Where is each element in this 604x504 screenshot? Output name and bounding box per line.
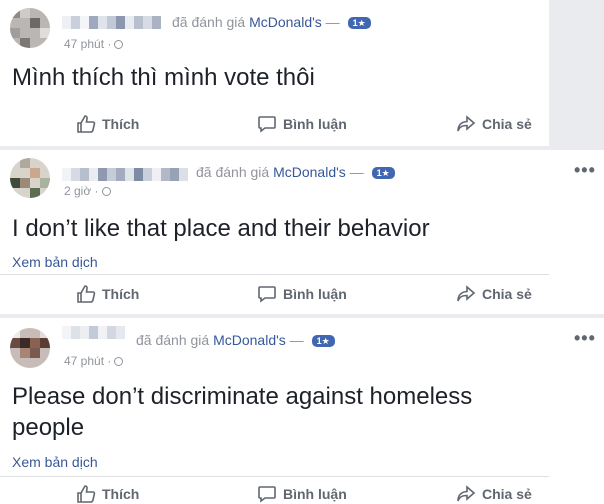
globe-icon	[101, 187, 111, 196]
globe-icon	[114, 40, 124, 49]
like-label: Thích	[102, 486, 140, 502]
avatar[interactable]	[10, 328, 50, 368]
star-rating-badge: 1★	[311, 335, 335, 347]
comment-button[interactable]: Bình luận	[257, 284, 347, 304]
comment-label: Bình luận	[283, 486, 347, 502]
share-icon	[457, 285, 476, 302]
share-label: Chia sẻ	[482, 486, 532, 502]
avatar[interactable]	[10, 8, 50, 48]
dash: —	[325, 14, 340, 30]
avatar[interactable]	[10, 158, 50, 198]
timestamp-text: 47 phút ·	[64, 354, 112, 368]
timestamp[interactable]: 47 phút ·	[64, 354, 124, 368]
divider	[0, 476, 549, 477]
reviewer-name-blurred[interactable]	[62, 16, 161, 29]
comment-button[interactable]: Bình luận	[257, 114, 347, 134]
more-options-icon[interactable]: •••	[574, 160, 596, 181]
timestamp-text: 47 phút ·	[64, 37, 112, 51]
star-rating-badge: 1★	[371, 167, 395, 179]
globe-icon	[114, 357, 124, 366]
reviewer-name-blurred[interactable]	[62, 168, 188, 181]
like-button[interactable]: Thích	[76, 114, 139, 134]
like-label: Thích	[102, 286, 140, 302]
more-options-icon[interactable]: •••	[574, 328, 596, 349]
review-text-line-2: people	[12, 414, 85, 441]
place-link[interactable]: McDonald's	[273, 164, 346, 180]
review-text: Mình thích thì mình vote thôi	[12, 64, 315, 91]
comment-label: Bình luận	[283, 116, 347, 132]
thumbs-up-icon	[77, 285, 96, 303]
comment-button[interactable]: Bình luận	[257, 484, 347, 504]
place-link[interactable]: McDonald's	[249, 14, 322, 30]
like-button[interactable]: Thích	[76, 484, 139, 504]
rating-line: đã đánh giá McDonald's — 1★	[196, 164, 395, 180]
thumbs-up-icon	[77, 115, 96, 133]
like-button[interactable]: Thích	[76, 284, 139, 304]
review-card: đã đánh giá McDonald's — 1★ 2 giờ · ••• …	[0, 150, 604, 314]
review-card: đã đánh giá McDonald's — 1★ 47 phút · ••…	[0, 318, 604, 504]
share-label: Chia sẻ	[482, 116, 532, 132]
share-button[interactable]: Chia sẻ	[456, 114, 532, 134]
comment-label: Bình luận	[283, 286, 347, 302]
see-translation-link[interactable]: Xem bản dịch	[12, 254, 98, 270]
dash: —	[349, 164, 364, 180]
timestamp[interactable]: 2 giờ ·	[64, 184, 111, 198]
timestamp-text: 2 giờ ·	[64, 184, 99, 198]
share-button[interactable]: Chia sẻ	[456, 284, 532, 304]
share-icon	[457, 115, 476, 132]
rating-line: đã đánh giá McDonald's — 1★	[136, 332, 335, 348]
review-text-line-1: Please don’t discriminate against homele…	[12, 383, 473, 410]
place-link[interactable]: McDonald's	[213, 332, 286, 348]
see-translation-link[interactable]: Xem bản dịch	[12, 454, 98, 470]
timestamp[interactable]: 47 phút ·	[64, 37, 124, 51]
rated-text: đã đánh giá	[196, 164, 270, 180]
rating-line: đã đánh giá McDonald's — 1★	[172, 14, 371, 30]
review-card: đã đánh giá McDonald's — 1★ 47 phút · Mì…	[0, 0, 549, 146]
rated-text: đã đánh giá	[136, 332, 210, 348]
share-button[interactable]: Chia sẻ	[456, 484, 532, 504]
dash: —	[289, 332, 304, 348]
divider	[0, 274, 549, 275]
like-label: Thích	[102, 116, 140, 132]
rated-text: đã đánh giá	[172, 14, 246, 30]
share-label: Chia sẻ	[482, 286, 532, 302]
thumbs-up-icon	[77, 485, 96, 503]
review-text: I don’t like that place and their behavi…	[12, 215, 430, 242]
share-icon	[457, 485, 476, 502]
reviewer-name-blurred[interactable]	[62, 326, 125, 339]
comment-icon	[258, 116, 276, 133]
comment-icon	[258, 286, 276, 303]
star-rating-badge: 1★	[347, 17, 371, 29]
comment-icon	[258, 486, 276, 503]
